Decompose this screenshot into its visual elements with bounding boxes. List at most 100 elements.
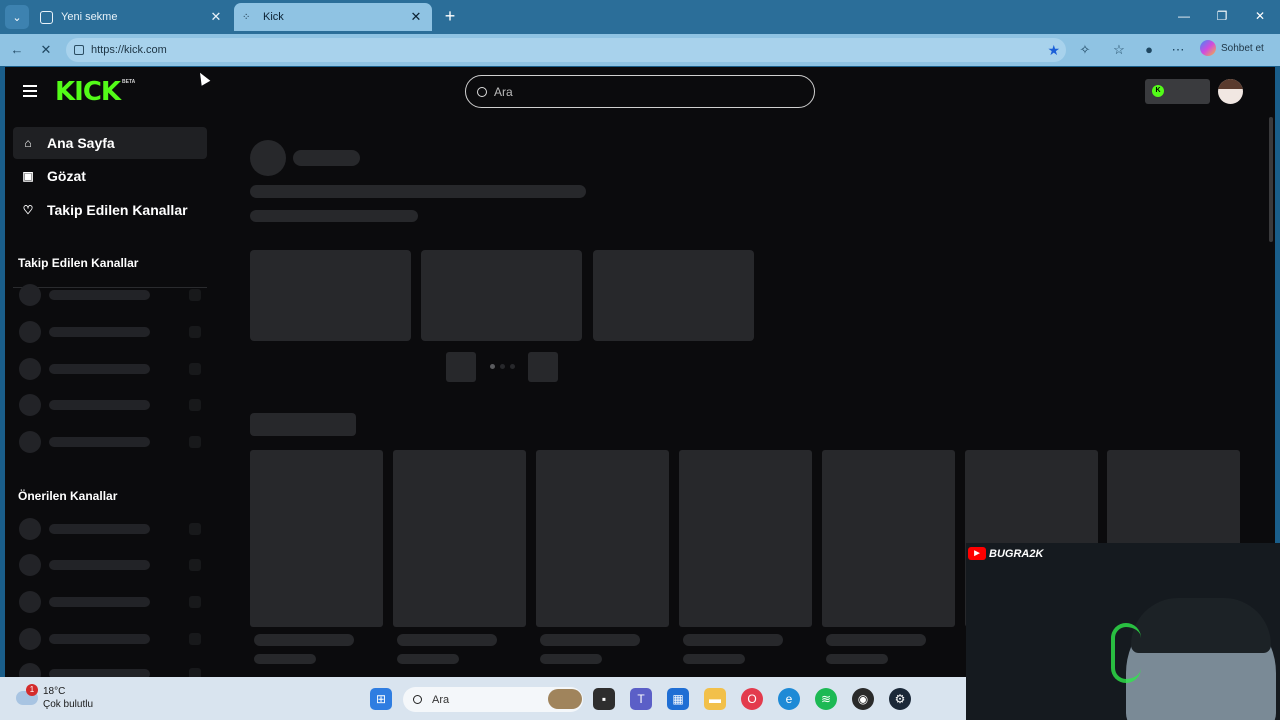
start-icon[interactable]: ⊞ (370, 688, 392, 710)
list-item (19, 321, 204, 343)
list-item (19, 591, 204, 613)
heart-icon: ♡ (22, 203, 34, 217)
skeleton-avatar (250, 140, 286, 176)
spotify-icon[interactable]: ≋ (815, 688, 837, 710)
store-icon[interactable]: ▦ (667, 688, 689, 710)
list-item (19, 358, 204, 380)
scrollbar[interactable] (1269, 117, 1273, 242)
list-item (19, 431, 204, 453)
menu-icon[interactable] (23, 85, 37, 97)
obs-icon[interactable]: ◉ (852, 688, 874, 710)
tab-new-tab[interactable]: Yeni sekme ✕ (32, 3, 232, 31)
window-close-button[interactable]: ✕ (1246, 6, 1274, 26)
search-icon (413, 695, 422, 704)
youtube-icon: ▶ (968, 547, 986, 560)
skeleton-card (421, 250, 582, 341)
favorite-star-icon[interactable]: ★ (1047, 42, 1060, 59)
browse-icon: ▣ (22, 169, 34, 183)
more-icon[interactable]: ⋯ (1169, 41, 1187, 59)
skeleton-heading (250, 413, 356, 436)
sidebar-item-following[interactable]: ♡ Takip Edilen Kanallar (13, 194, 207, 226)
carousel-dot[interactable] (500, 364, 505, 369)
maximize-button[interactable]: ❐ (1208, 6, 1236, 26)
kicks-button[interactable]: K (1145, 79, 1210, 104)
chat-label: Sohbet et (1221, 42, 1264, 54)
teams-icon[interactable]: T (630, 688, 652, 710)
skeleton-line (540, 654, 602, 664)
kick-coin-icon: K (1152, 85, 1164, 97)
carousel-dot[interactable] (490, 364, 495, 369)
webcam-overlay: ▶ BUGRA2K (966, 543, 1280, 720)
beta-badge: BETA (122, 79, 136, 85)
stop-loading-icon[interactable]: ✕ (37, 41, 55, 59)
skeleton-line (826, 654, 888, 664)
list-item (19, 518, 204, 540)
task-view-icon[interactable]: ▪ (593, 688, 615, 710)
tab-actions-button[interactable]: ⌄ (5, 5, 29, 29)
notification-badge: 1 (26, 684, 38, 696)
search-highlight-icon (548, 689, 582, 709)
skeleton-line (254, 634, 354, 646)
carousel-prev-button[interactable] (446, 352, 476, 382)
address-bar[interactable]: https://kick.com ★ (66, 38, 1066, 62)
file-explorer-icon[interactable]: ▬ (704, 688, 726, 710)
skeleton-line (293, 150, 360, 166)
back-arrow-icon[interactable]: ← (8, 41, 26, 59)
skeleton-stream-card (679, 450, 812, 627)
tab-strip: ⌄ Yeni sekme ✕ ⁘ Kick ✕ + — ❐ ✕ (0, 0, 1280, 34)
opera-icon[interactable]: O (741, 688, 763, 710)
channel-tag: ▶ BUGRA2K (968, 547, 1043, 560)
followed-channels-heading: Takip Edilen Kanallar (18, 256, 139, 270)
carousel-next-button[interactable] (528, 352, 558, 382)
extensions-icon[interactable]: ✧ (1076, 41, 1094, 59)
kick-logo[interactable]: KICK (55, 77, 121, 107)
screen: ⌄ Yeni sekme ✕ ⁘ Kick ✕ + — ❐ ✕ ← ✕ http… (0, 0, 1280, 720)
copilot-icon (1200, 40, 1216, 56)
skeleton-line (250, 210, 418, 222)
close-icon[interactable]: ✕ (208, 9, 224, 25)
home-icon: ⌂ (24, 136, 32, 150)
tab-label: Yeni sekme (61, 11, 118, 23)
sidebar-item-label: Ana Sayfa (47, 135, 115, 151)
browser-toolbar: ← ✕ https://kick.com ★ ✧ ☆ ● ⋯ Sohbet et (0, 34, 1280, 66)
avatar[interactable] (1218, 79, 1243, 104)
skeleton-line (254, 654, 316, 664)
sidebar-item-label: Takip Edilen Kanallar (47, 202, 188, 218)
chevron-down-icon: ⌄ (12, 11, 22, 24)
list-item (19, 628, 204, 650)
tab-label: Kick (263, 11, 284, 23)
sidebar-item-browse[interactable]: ▣ Gözat (13, 160, 207, 192)
list-item (19, 554, 204, 576)
steam-icon[interactable]: ⚙ (889, 688, 911, 710)
skeleton-line (397, 654, 459, 664)
sidebar-item-label: Gözat (47, 168, 86, 184)
sidebar-item-home[interactable]: ⌂ Ana Sayfa (13, 127, 207, 159)
profile-icon[interactable]: ● (1140, 41, 1158, 59)
taskbar-search-label: Ara (432, 693, 450, 706)
skeleton-stream-card (822, 450, 955, 627)
list-item (19, 663, 204, 677)
favorites-icon[interactable]: ☆ (1110, 41, 1128, 59)
skeleton-line (683, 654, 745, 664)
search-input[interactable]: Ara (465, 75, 815, 108)
skeleton-line (397, 634, 497, 646)
weather-condition: Çok bulutlu (43, 699, 94, 710)
search-icon (477, 86, 487, 97)
carousel-dot[interactable] (510, 364, 515, 369)
new-tab-button[interactable]: + (440, 6, 460, 26)
skeleton-stream-card (393, 450, 526, 627)
cloud-icon: 1 (16, 684, 38, 705)
weather-widget[interactable]: 1 18°C Çok bulutlu (16, 684, 94, 711)
skeleton-card (593, 250, 754, 341)
skeleton-line (250, 185, 586, 198)
minimize-button[interactable]: — (1170, 6, 1198, 26)
new-tab-icon (40, 10, 53, 24)
list-item (19, 394, 204, 416)
tab-kick[interactable]: ⁘ Kick ✕ (234, 3, 432, 31)
copilot-chat-button[interactable]: Sohbet et (1200, 40, 1264, 56)
headset-light (1111, 623, 1141, 683)
edge-icon[interactable]: e (778, 688, 800, 710)
loading-icon: ⁘ (242, 11, 251, 23)
close-icon[interactable]: ✕ (408, 9, 424, 25)
lock-icon (74, 45, 84, 55)
